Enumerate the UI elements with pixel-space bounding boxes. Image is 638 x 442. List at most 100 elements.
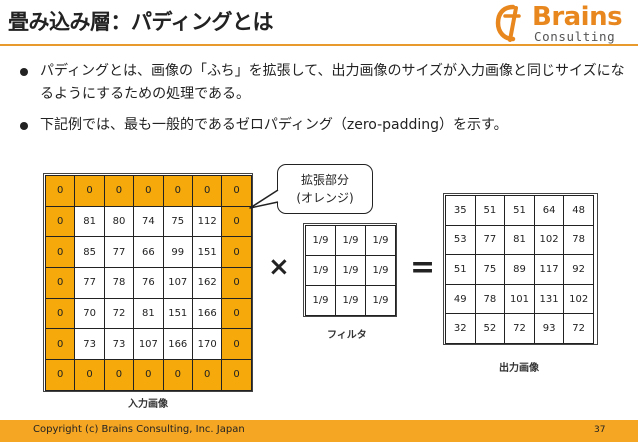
input-matrix-cell: 107 [162,267,193,299]
padding-callout: 拡張部分 (オレンジ) [277,164,373,214]
output-matrix-cell: 131 [533,283,565,315]
input-image-matrix: 0 0 0 0 0 0 0 0 81 80 74 75 112 0 0 85 77 66 99 151 0 0 77 78 76… [44,175,252,391]
input-matrix-row: 0000000 [44,175,252,207]
input-matrix-cell: 0 [221,205,252,238]
input-matrix-cell: 66 [133,236,164,269]
input-matrix-cell: 170 [191,328,223,361]
output-matrix-cell: 78 [474,283,506,315]
output-matrix-cell: 72 [563,313,594,344]
filter-matrix-row: 1/9 1/9 1/9 [305,225,396,256]
input-matrix-cell: 85 [74,236,105,269]
logo-consulting-text: Consulting [534,29,616,44]
multiply-operator: × [268,252,290,282]
input-matrix-cell: 0 [44,297,76,330]
output-matrix-cell: 78 [563,224,594,256]
output-matrix-cell: 53 [445,224,476,256]
input-matrix-cell: 99 [162,236,193,269]
filter-matrix-row: 1/9 1/9 1/9 [305,255,396,286]
filter-matrix-cell: 1/9 [365,225,396,256]
input-matrix-cell: 78 [103,267,135,299]
output-matrix-cell: 102 [563,283,594,315]
output-matrix-cell: 35 [445,195,476,226]
filter-matrix-cell: 1/9 [365,255,396,286]
input-matrix-cell: 112 [191,205,223,238]
input-matrix-cell: 80 [103,205,135,238]
output-matrix-cell: 51 [504,195,535,226]
input-image-caption: 入力画像 [128,399,168,410]
output-matrix-cell: 117 [533,254,565,285]
input-matrix-cell: 76 [133,267,164,299]
output-matrix-cell: 49 [445,283,476,315]
input-matrix-cell: 107 [133,328,164,361]
input-matrix-cell: 0 [44,267,76,299]
input-matrix-cell: 0 [74,175,105,207]
input-matrix-cell: 81 [133,297,164,330]
slide-header: 畳み込み層：パディングとは Brains Consulting [0,0,638,44]
input-matrix-cell: 0 [103,359,135,391]
output-matrix-cell: 52 [474,313,506,344]
output-image-matrix: 35 51 51 64 48 53 77 81 102 78 51 75 89 117 92 49 78 101 1… [445,195,594,344]
input-matrix-cell: 0 [221,175,252,207]
input-matrix-cell: 75 [162,205,193,238]
filter-matrix-row: 1/9 1/9 1/9 [305,285,396,316]
input-matrix-cell: 0 [44,359,76,391]
output-matrix-row: 53 77 81 102 78 [445,224,594,256]
input-matrix-cell: 77 [103,236,135,269]
input-matrix-cell: 73 [74,328,105,361]
input-matrix-cell: 81 [74,205,105,238]
output-matrix-cell: 51 [445,254,476,285]
input-matrix-cell: 0 [133,175,164,207]
output-matrix-row: 32 52 72 93 72 [445,313,594,344]
input-matrix-cell: 77 [74,267,105,299]
input-matrix-cell: 0 [221,297,252,330]
input-matrix-cell: 0 [162,359,193,391]
bullet-item: 下記例では、最も一般的であるゼロパディング（zero-padding）を示す。 [20,114,630,137]
slide-title: 畳み込み層：パディングとは [8,10,274,34]
input-matrix-row: 0 85 77 66 99 151 0 [44,236,252,269]
output-matrix-cell: 102 [533,224,565,256]
output-matrix-row: 49 78 101 131 102 [445,283,594,315]
output-matrix-row: 51 75 89 117 92 [445,254,594,285]
input-matrix-cell: 74 [133,205,164,238]
logo-brains-text: Brains [532,2,623,32]
input-matrix-cell: 0 [44,328,76,361]
input-matrix-cell: 0 [133,359,164,391]
input-matrix-cell: 0 [44,236,76,269]
input-matrix-cell: 166 [162,328,193,361]
equals-operator: = [410,250,436,285]
output-matrix-cell: 75 [474,254,506,285]
filter-matrix-cell: 1/9 [305,225,336,256]
input-matrix-cell: 0 [162,175,193,207]
input-matrix-row: 0 77 78 76 107 162 0 [44,267,252,299]
footer-copyright: Copyright (c) Brains Consulting, Inc. Ja… [33,424,245,435]
input-matrix-cell: 0 [221,267,252,299]
input-matrix-cell: 0 [221,328,252,361]
output-matrix-cell: 51 [474,195,506,226]
output-matrix-cell: 81 [504,224,535,256]
input-matrix-cell: 70 [74,297,105,330]
output-matrix-cell: 93 [533,313,565,344]
output-matrix-cell: 101 [504,283,535,315]
bullet-text: 下記例では、最も一般的であるゼロパディング（zero-padding）を示す。 [40,117,508,133]
input-matrix-row: 0 70 72 81 151 166 0 [44,297,252,330]
bullet-list: パディングとは、画像の「ふち」を拡張して、出力画像のサイズが入力画像と同じサイズ… [20,60,630,145]
input-matrix-cell: 0 [44,205,76,238]
bullet-dot-icon [20,122,28,130]
output-matrix-cell: 32 [445,313,476,344]
filter-matrix-cell: 1/9 [335,225,366,256]
output-matrix-cell: 72 [504,313,535,344]
output-matrix-cell: 64 [533,195,565,226]
input-matrix-cell: 0 [221,359,252,391]
output-matrix-row: 35 51 51 64 48 [445,195,594,226]
filter-matrix-cell: 1/9 [365,285,396,316]
bullet-item: パディングとは、画像の「ふち」を拡張して、出力画像のサイズが入力画像と同じサイズ… [20,60,630,106]
input-matrix-cell: 73 [103,328,135,361]
input-matrix-cell: 0 [44,175,76,207]
input-matrix-cell: 162 [191,267,223,299]
input-matrix-cell: 166 [191,297,223,330]
input-matrix-cell: 0 [191,359,223,391]
header-divider [0,44,638,46]
filter-matrix-cell: 1/9 [335,285,366,316]
input-matrix-row: 0 81 80 74 75 112 0 [44,205,252,238]
filter-matrix-cell: 1/9 [335,255,366,286]
